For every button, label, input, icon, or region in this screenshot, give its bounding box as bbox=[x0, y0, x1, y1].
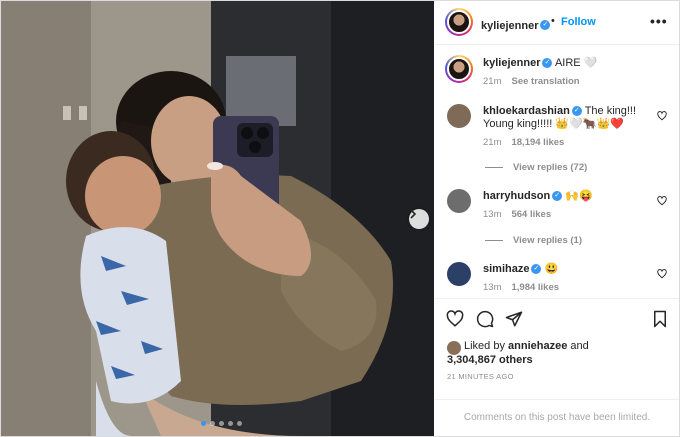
comment-time: 13m bbox=[483, 209, 502, 220]
comment-body: khloekardashian ✓ The king!!! Young king!… bbox=[483, 105, 643, 131]
header-separator: • bbox=[551, 15, 555, 27]
post-side-panel: kyliejenner ✓ • Follow ••• kyliejenner ✓ A… bbox=[435, 1, 679, 436]
caption-time: 21m bbox=[483, 76, 502, 87]
carousel-dot bbox=[210, 421, 215, 426]
comment-meta: 21m 18,194 likes bbox=[483, 137, 564, 148]
bookmark-icon[interactable] bbox=[651, 310, 669, 328]
commenter-avatar[interactable] bbox=[447, 262, 471, 286]
liked-by-prefix: Liked by bbox=[464, 340, 505, 352]
mirror-selfie-image bbox=[1, 1, 434, 436]
follow-button[interactable]: Follow bbox=[561, 16, 596, 28]
liked-by-count[interactable]: 3,304,867 others bbox=[447, 354, 533, 366]
liked-by-user[interactable]: anniehazee bbox=[508, 340, 567, 352]
carousel-dot bbox=[237, 421, 242, 426]
comment-icon[interactable] bbox=[476, 310, 494, 328]
comment-likes[interactable]: 1,984 likes bbox=[511, 282, 559, 293]
comments-limited-notice: Comments on this post have been limited. bbox=[435, 399, 679, 436]
post-photo[interactable] bbox=[1, 1, 434, 436]
view-replies-button[interactable]: View replies (72) bbox=[485, 162, 587, 173]
comment-time: 13m bbox=[483, 282, 502, 293]
comment-username[interactable]: khloekardashian bbox=[483, 105, 570, 117]
next-slide-button[interactable] bbox=[409, 209, 429, 229]
comment-text: 🙌😝 bbox=[565, 190, 593, 202]
caption-text: AIRE 🤍 bbox=[554, 57, 598, 69]
comment-username[interactable]: simihaze bbox=[483, 263, 529, 275]
comment-username[interactable]: harryhudson bbox=[483, 190, 550, 202]
caption-username[interactable]: kyliejenner bbox=[483, 57, 540, 69]
comment-text: 😃 bbox=[544, 263, 559, 275]
liked-by: Liked by anniehazee and 3,304,867 others bbox=[447, 339, 589, 367]
verified-icon: ✓ bbox=[531, 264, 542, 275]
caption-avatar[interactable] bbox=[445, 55, 473, 83]
comment-body: harryhudson ✓ 🙌😝 bbox=[483, 190, 593, 203]
view-replies-label: View replies (1) bbox=[513, 235, 582, 246]
comment-like-heart-icon[interactable] bbox=[657, 196, 667, 206]
post-header: kyliejenner ✓ • Follow ••• bbox=[435, 1, 679, 45]
carousel-dot bbox=[201, 421, 206, 426]
replies-divider bbox=[485, 239, 503, 241]
comment-like-heart-icon[interactable] bbox=[657, 269, 667, 279]
post-timestamp[interactable]: 21 MINUTES AGO bbox=[447, 372, 514, 381]
commenter-avatar[interactable] bbox=[447, 104, 471, 128]
comment-meta: 13m 1,984 likes bbox=[483, 282, 559, 293]
verified-icon: ✓ bbox=[542, 58, 553, 69]
comment-body: simihaze ✓ 😃 bbox=[483, 263, 558, 276]
heart-icon[interactable] bbox=[446, 310, 464, 328]
comment-likes[interactable]: 18,194 likes bbox=[511, 137, 564, 148]
verified-icon: ✓ bbox=[552, 191, 563, 202]
caption-text-row: kyliejenner ✓ AIRE 🤍 bbox=[483, 57, 597, 70]
comment-time: 21m bbox=[483, 137, 502, 148]
action-bar bbox=[435, 298, 679, 338]
view-replies-label: View replies (72) bbox=[513, 162, 588, 173]
verified-icon: ✓ bbox=[540, 19, 551, 30]
carousel-dots bbox=[201, 421, 242, 426]
caption-meta: 21m See translation bbox=[483, 76, 580, 87]
author-avatar[interactable] bbox=[445, 8, 473, 36]
comment-meta: 13m 564 likes bbox=[483, 209, 551, 220]
liked-by-joiner: and bbox=[570, 340, 589, 352]
view-replies-button[interactable]: View replies (1) bbox=[485, 235, 582, 246]
author-name-row: kyliejenner ✓ bbox=[481, 16, 551, 34]
commenter-avatar[interactable] bbox=[447, 189, 471, 213]
chevron-right-icon bbox=[410, 209, 417, 219]
verified-icon: ✓ bbox=[571, 106, 582, 117]
comment-likes[interactable]: 564 likes bbox=[511, 209, 551, 220]
see-translation-link[interactable]: See translation bbox=[511, 76, 579, 87]
replies-divider bbox=[485, 166, 503, 168]
carousel-dot bbox=[228, 421, 233, 426]
comment-like-heart-icon[interactable] bbox=[657, 111, 667, 121]
author-username[interactable]: kyliejenner bbox=[481, 20, 538, 32]
share-icon[interactable] bbox=[505, 310, 523, 328]
carousel-dot bbox=[219, 421, 224, 426]
more-icon[interactable]: ••• bbox=[650, 13, 668, 29]
